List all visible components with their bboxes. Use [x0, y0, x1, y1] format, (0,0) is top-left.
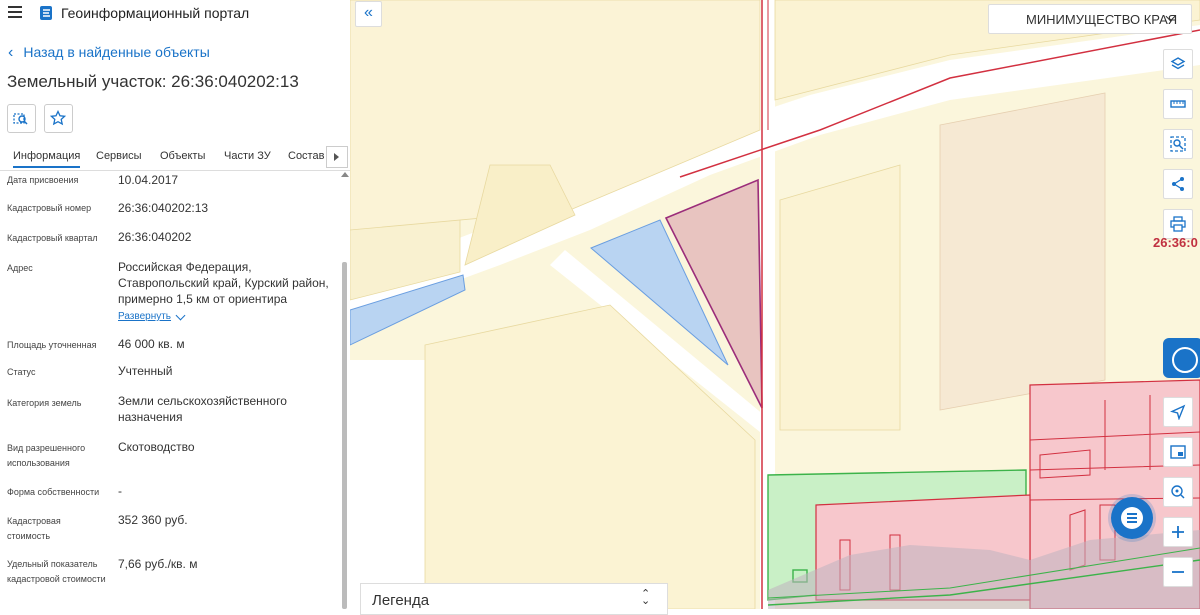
- org-select[interactable]: МИНИМУЩЕСТВО КРАЯ: [988, 4, 1192, 34]
- zoom-to-button[interactable]: [1163, 477, 1193, 507]
- prop-value: 352 360 руб.: [118, 513, 188, 527]
- prop-value: Земли сельскохозяйственного назначения: [118, 394, 287, 424]
- prop-label: Адрес: [7, 263, 33, 273]
- sidebar: Геоинформационный портал ‹ Назад в найден…: [0, 0, 351, 609]
- prop-value: Учтенный: [118, 364, 173, 378]
- portal-logo-icon: [40, 6, 52, 20]
- tabs-scroll-right-button[interactable]: [326, 146, 348, 168]
- prop-label: Вид разрешенного использования: [7, 443, 86, 468]
- chevron-down-icon[interactable]: [175, 310, 186, 321]
- minimap-button[interactable]: [1163, 437, 1193, 467]
- prop-value: 46 000 кв. м: [118, 337, 185, 351]
- star-icon: [50, 110, 66, 126]
- expand-link[interactable]: Развернуть: [118, 311, 171, 322]
- chat-icon: [1121, 507, 1143, 529]
- zoom-out-button[interactable]: [1163, 557, 1193, 587]
- layers-button[interactable]: [1163, 49, 1193, 79]
- tab-composition[interactable]: Состав: [288, 150, 324, 162]
- layers-icon: [1170, 57, 1186, 70]
- app-title: Геоинформационный портал: [61, 5, 250, 21]
- legend-panel[interactable]: Легенда ⌃ ⌄: [360, 583, 668, 615]
- map-canvas[interactable]: [350, 0, 1200, 609]
- locate-icon: [1170, 404, 1186, 420]
- hamburger-icon[interactable]: [8, 6, 22, 18]
- prop-label: Дата присвоения: [7, 175, 79, 185]
- zoom-out-icon: [1172, 571, 1184, 573]
- prop-label: Удельный показатель кадастровой стоимост…: [7, 559, 106, 584]
- tab-parts[interactable]: Части ЗУ: [224, 150, 271, 162]
- parcel-number-label: 26:36:0: [1153, 235, 1198, 250]
- prop-label: Статус: [7, 367, 36, 377]
- prop-label: Кадастровая стоимость: [7, 516, 61, 541]
- prop-label: Форма собственности: [7, 487, 100, 497]
- page-title: Земельный участок: 26:36:040202:13: [7, 72, 299, 91]
- prop-label: Категория земель: [7, 398, 82, 408]
- top-bar: Геоинформационный портал: [0, 0, 350, 28]
- tab-services[interactable]: Сервисы: [96, 150, 142, 162]
- scroll-up-icon[interactable]: [341, 172, 349, 177]
- org-select-value: МИНИМУЩЕСТВО КРАЯ: [1026, 12, 1178, 27]
- zoom-to-icon: [1171, 485, 1185, 499]
- favorite-button[interactable]: [44, 104, 73, 133]
- tab-objects[interactable]: Объекты: [160, 150, 205, 162]
- assistant-button[interactable]: [1163, 338, 1200, 378]
- prop-label: Площадь уточненная: [7, 340, 97, 350]
- prop-value: -: [118, 484, 122, 498]
- share-icon: [1172, 177, 1184, 191]
- locate-button[interactable]: [1163, 397, 1193, 427]
- map-layers: [350, 0, 1200, 609]
- back-link[interactable]: ‹ Назад в найденные объекты: [8, 44, 210, 62]
- prop-value: 26:36:040202: [118, 230, 192, 244]
- tab-bar: Информация Сервисы Объекты Части ЗУ Сост…: [0, 146, 350, 171]
- prop-value: 10.04.2017: [118, 173, 179, 187]
- prop-label: Кадастровый номер: [7, 203, 92, 213]
- legend-label: Легенда: [372, 592, 430, 609]
- collapse-panel-button[interactable]: «: [355, 1, 382, 27]
- tab-info[interactable]: Информация: [13, 150, 81, 168]
- minimap-icon: [1170, 445, 1186, 459]
- prop-value: 26:36:040202:13: [118, 201, 209, 215]
- prop-value: Скотоводство: [118, 440, 195, 454]
- share-button[interactable]: [1163, 169, 1193, 199]
- expand-collapse-icon[interactable]: ⌃ ⌄: [641, 589, 650, 607]
- chevron-left-icon: ‹: [8, 44, 14, 61]
- print-icon: [1170, 216, 1186, 232]
- area-search-button[interactable]: [1163, 129, 1193, 159]
- area-search-icon: [1170, 136, 1186, 152]
- prop-value: 7,66 руб./кв. м: [118, 557, 198, 571]
- locate-parcel-button[interactable]: [7, 104, 36, 133]
- prop-value-address: Российская Федерация, Ставропольский кра…: [118, 260, 329, 306]
- zoom-in-icon: [1172, 526, 1184, 538]
- prop-label: Кадастровый квартал: [7, 233, 98, 243]
- zoom-in-button[interactable]: [1163, 517, 1193, 547]
- scrollbar[interactable]: [342, 262, 347, 609]
- locate-parcel-icon: [13, 113, 28, 125]
- back-label: Назад в найденные объекты: [23, 44, 210, 60]
- ruler-button[interactable]: [1163, 89, 1193, 119]
- chat-button[interactable]: [1111, 497, 1153, 539]
- ruler-icon: [1170, 100, 1186, 108]
